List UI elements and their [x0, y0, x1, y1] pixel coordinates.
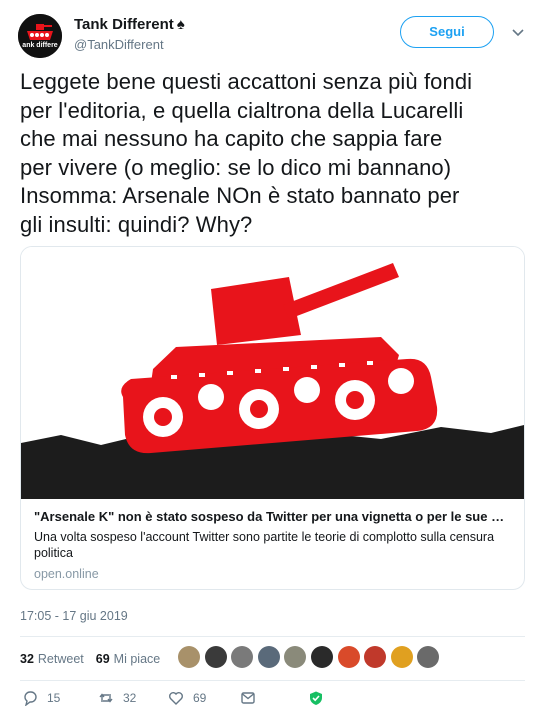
liker-avatar[interactable] — [257, 646, 280, 668]
tweet-line: Leggete bene questi accattoni senza più … — [20, 69, 473, 94]
card-body[interactable]: "Arsenale K" non è stato sospeso da Twit… — [34, 509, 514, 581]
tweet-line: per vivere (o meglio: se lo dico mi bann… — [20, 154, 452, 180]
display-name[interactable]: Tank Different — [74, 16, 174, 33]
retweet-label[interactable]: Retweet — [38, 652, 84, 666]
avatar-tank-icon — [18, 14, 62, 58]
tweet-line: gli insulti: quindi? Why? — [20, 211, 253, 237]
divider — [20, 680, 525, 681]
tweet-line: per l'editoria, e quella cialtrona della… — [20, 97, 464, 123]
liker-avatar[interactable] — [337, 646, 360, 668]
liker-avatar[interactable] — [284, 646, 307, 668]
liker-avatar[interactable] — [204, 646, 227, 668]
like-action-count: 69 — [193, 691, 207, 705]
verified-action[interactable] — [308, 690, 324, 706]
tweet-actions: 15 32 69 — [20, 690, 360, 710]
like-count[interactable]: 69 — [96, 652, 110, 666]
retweet-button[interactable]: 32 — [98, 690, 136, 706]
engagement-stats: 32 Retweet 69 Mi piace — [20, 648, 172, 670]
liker-avatar[interactable] — [390, 646, 413, 668]
retweet-action-count: 32 — [123, 691, 137, 705]
avatar[interactable]: ank differe — [18, 14, 62, 58]
follow-button[interactable]: Segui — [400, 16, 494, 48]
liker-avatar[interactable] — [417, 646, 440, 668]
avatar-text: ank differe — [22, 42, 58, 49]
liker-avatar[interactable] — [364, 646, 387, 668]
user-name-block[interactable]: Tank Different ♠ @TankDifferent — [74, 16, 185, 52]
tank-illustration — [21, 247, 524, 499]
card-image[interactable] — [21, 247, 524, 499]
retweet-icon — [99, 693, 113, 703]
liker-avatars — [178, 646, 444, 670]
tweet-timestamp[interactable]: 17:05 - 17 giu 2019 — [20, 609, 128, 623]
reply-button[interactable]: 15 — [22, 690, 60, 706]
tweet-line: che mai nessuno ha capito che sappia far… — [20, 126, 443, 151]
liker-avatar[interactable] — [231, 646, 254, 668]
like-label[interactable]: Mi piace — [114, 652, 161, 666]
heart-icon — [169, 692, 183, 705]
message-button[interactable] — [240, 690, 256, 706]
card-domain: open.online — [34, 567, 99, 581]
like-button[interactable]: 69 — [168, 690, 206, 706]
user-handle[interactable]: @TankDifferent — [74, 37, 185, 52]
envelope-icon — [241, 692, 255, 704]
card-description: Una volta sospeso l'account Twitter sono… — [34, 530, 495, 560]
liker-avatar[interactable] — [310, 646, 333, 668]
tweet-line: Insomma: Arsenale NOn è stato bannato pe… — [20, 183, 460, 208]
link-card[interactable]: "Arsenale K" non è stato sospeso da Twit… — [20, 246, 525, 590]
tweet-text: Leggete bene questi accattoni senza più … — [20, 68, 535, 239]
shield-check-icon — [310, 691, 322, 705]
reply-count: 15 — [47, 691, 61, 705]
liker-avatar[interactable] — [178, 646, 200, 668]
tweet-header: ank differe Tank Different ♠ @TankDiffere… — [18, 14, 533, 58]
card-title[interactable]: "Arsenale K" non è stato sospeso da Twit… — [34, 509, 512, 524]
reply-icon — [24, 691, 37, 706]
spade-icon: ♠ — [176, 16, 185, 33]
chevron-down-icon[interactable] — [512, 26, 524, 38]
retweet-count[interactable]: 32 — [20, 652, 34, 666]
divider — [20, 636, 525, 637]
